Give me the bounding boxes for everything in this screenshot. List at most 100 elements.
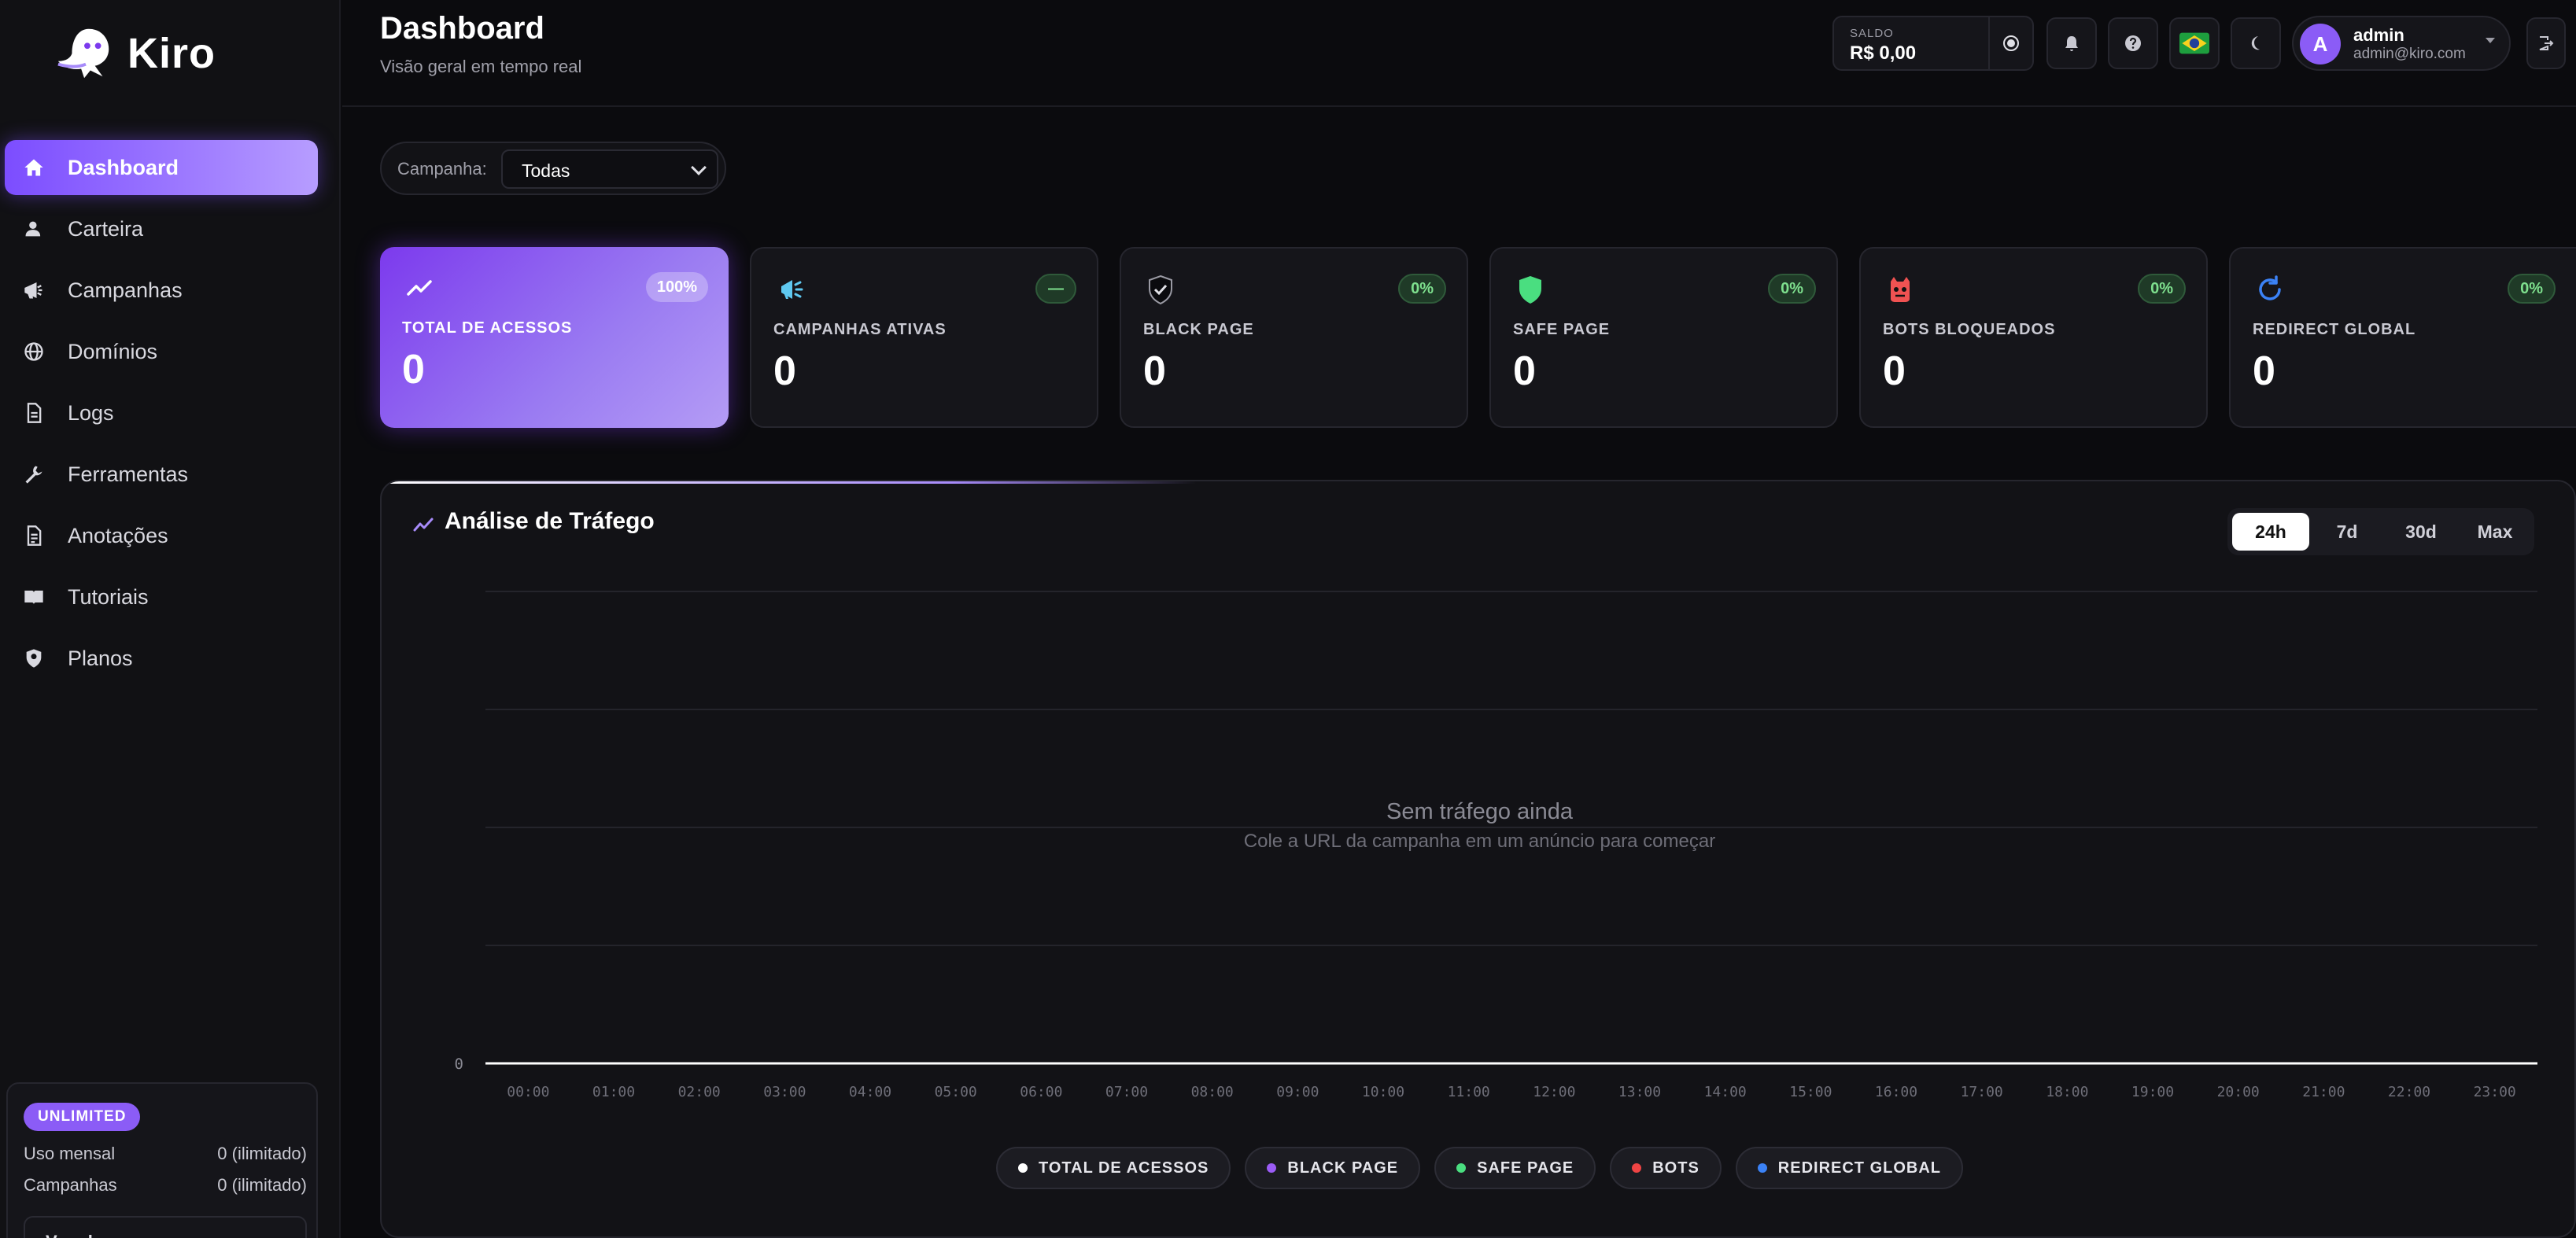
plan-monthly-label: Uso mensal [24,1144,116,1163]
legend-item-bots[interactable]: BOTS [1610,1147,1722,1189]
stat-value: 0 [1143,348,1166,394]
legend-label: SAFE PAGE [1477,1159,1574,1177]
megaphone-icon [781,280,803,299]
campaign-filter-label: Campanha: [397,159,487,179]
language-button[interactable] [2169,17,2220,69]
stat-badge: 0% [1768,274,1816,304]
sidebar-item-label: Logs [68,400,114,425]
sidebar-item-dashboard[interactable]: Dashboard [5,140,318,195]
sidebar-item-carteira[interactable]: Carteira [5,201,318,256]
empty-state-title: Sem tráfego ainda [1386,799,1573,824]
stat-badge: 0% [2138,274,2186,304]
brand-logo[interactable]: Kiro [55,22,216,85]
sidebar-item-tutoriais[interactable]: Tutoriais [5,569,318,625]
help-button[interactable] [2108,17,2158,69]
legend-dot [1456,1163,1467,1173]
sidebar-item-dominios[interactable]: Domínios [5,324,318,379]
empty-state-subtitle: Cole a URL da campanha em um anúncio par… [1243,831,1716,852]
balance-widget: SALDO R$ 0,00 [1832,16,2034,71]
stat-card-campanhas-ativas[interactable]: — CAMPANHAS ATIVAS 0 [750,247,1098,428]
stat-card-safe-page[interactable]: 0% SAFE PAGE 0 [1489,247,1838,428]
legend-item-safe-page[interactable]: SAFE PAGE [1434,1147,1596,1189]
location-shield-icon [22,647,46,670]
sidebar-item-label: Ferramentas [68,462,189,486]
view-plans-button[interactable]: Ver planos [24,1216,307,1238]
stat-label: CAMPANHAS ATIVAS [773,321,947,338]
eye-icon [2003,35,2019,51]
legend-label: BOTS [1652,1159,1699,1177]
sidebar-item-label: Campanhas [68,278,183,302]
x-tick-label: 01:00 [592,1084,635,1100]
logout-button[interactable] [2526,17,2566,69]
top-header: Dashboard Visão geral em tempo real SALD… [342,0,2576,107]
wrench-icon [22,462,46,486]
sidebar-item-logs[interactable]: Logs [5,385,318,440]
plan-usage-box: UNLIMITED Uso mensal 0 (ilimitado) Campa… [6,1082,318,1238]
sidebar-item-label: Carteira [68,216,144,241]
notifications-button[interactable] [2046,17,2097,69]
x-tick-label: 20:00 [2217,1084,2260,1100]
bot-icon [1891,277,1910,302]
x-tick-label: 13:00 [1618,1084,1661,1100]
stat-label: SAFE PAGE [1513,321,1611,338]
sidebar-item-anotacoes[interactable]: Anotações [5,508,318,563]
stat-card-black-page[interactable]: 0% BLACK PAGE 0 [1120,247,1468,428]
toggle-balance-button[interactable] [1988,17,2032,69]
x-tick-label: 00:00 [507,1084,549,1100]
stat-card-redirect-global[interactable]: 0% REDIRECT GLOBAL 0 [2229,247,2576,428]
campaign-select[interactable]: Todas [501,149,718,189]
caret-down-icon [2486,38,2495,43]
shield-icon [1519,276,1541,304]
x-tick-label: 22:00 [2388,1084,2430,1100]
x-tick-label: 18:00 [2046,1084,2088,1100]
user-menu[interactable]: A admin admin@kiro.com [2292,16,2511,71]
stat-label: BLACK PAGE [1143,321,1254,338]
legend-item-total-acessos[interactable]: TOTAL DE ACESSOS [995,1147,1231,1189]
shield-check-icon [1149,274,1172,305]
legend-item-black-page[interactable]: BLACK PAGE [1245,1147,1421,1189]
legend-label: TOTAL DE ACESSOS [1038,1159,1209,1177]
user-icon [22,217,46,241]
plan-campaigns-value: 0 (ilimitado) [217,1175,307,1195]
plan-monthly-row: Uso mensal 0 (ilimitado) [24,1144,307,1164]
x-tick-label: 15:00 [1789,1084,1832,1100]
sidebar-item-planos[interactable]: Planos [5,631,318,686]
sidebar-item-label: Dashboard [68,155,179,179]
notes-icon [22,524,46,547]
stat-label: REDIRECT GLOBAL [2253,321,2416,338]
campaign-filter: Campanha: Todas [380,142,726,195]
balance-label: SALDO [1850,27,1894,40]
campaign-select-value: Todas [522,160,570,181]
stat-value: 0 [1513,348,1536,394]
ghost-logo-icon [57,28,109,79]
stat-card-bots-bloqueados[interactable]: 0% BOTS BLOQUEADOS 0 [1859,247,2208,428]
plan-campaigns-row: Campanhas 0 (ilimitado) [24,1175,307,1196]
user-email: admin@kiro.com [2353,46,2466,62]
brand-name: Kiro [127,30,216,77]
x-tick-label: 12:00 [1533,1084,1575,1100]
stat-card-total-acessos[interactable]: 100% TOTAL DE ACESSOS 0 [380,247,729,428]
legend-item-redirect-global[interactable]: REDIRECT GLOBAL [1735,1147,1964,1189]
bell-icon [2065,36,2078,51]
document-icon [22,401,46,425]
x-tick-label: 11:00 [1448,1084,1490,1100]
chevron-down-icon [691,160,707,175]
x-tick-label: 21:00 [2302,1084,2345,1100]
sidebar-item-ferramentas[interactable]: Ferramentas [5,447,318,502]
x-tick-label: 23:00 [2474,1084,2516,1100]
plan-campaigns-label: Campanhas [24,1175,117,1195]
legend-dot [1757,1163,1767,1173]
stat-badge: 100% [645,272,708,302]
x-tick-label: 08:00 [1191,1084,1234,1100]
sidebar-item-label: Domínios [68,339,158,363]
plan-badge: UNLIMITED [24,1103,141,1131]
sidebar-item-campanhas[interactable]: Campanhas [5,263,318,318]
sidebar-item-label: Tutoriais [68,584,149,609]
x-tick-label: 02:00 [678,1084,721,1100]
x-tick-label: 04:00 [849,1084,891,1100]
y-tick-label: 0 [455,1056,463,1073]
sidebar-item-label: Planos [68,646,133,670]
avatar: A [2300,24,2341,64]
theme-toggle-button[interactable] [2231,17,2281,69]
stat-badge: — [1035,274,1076,304]
